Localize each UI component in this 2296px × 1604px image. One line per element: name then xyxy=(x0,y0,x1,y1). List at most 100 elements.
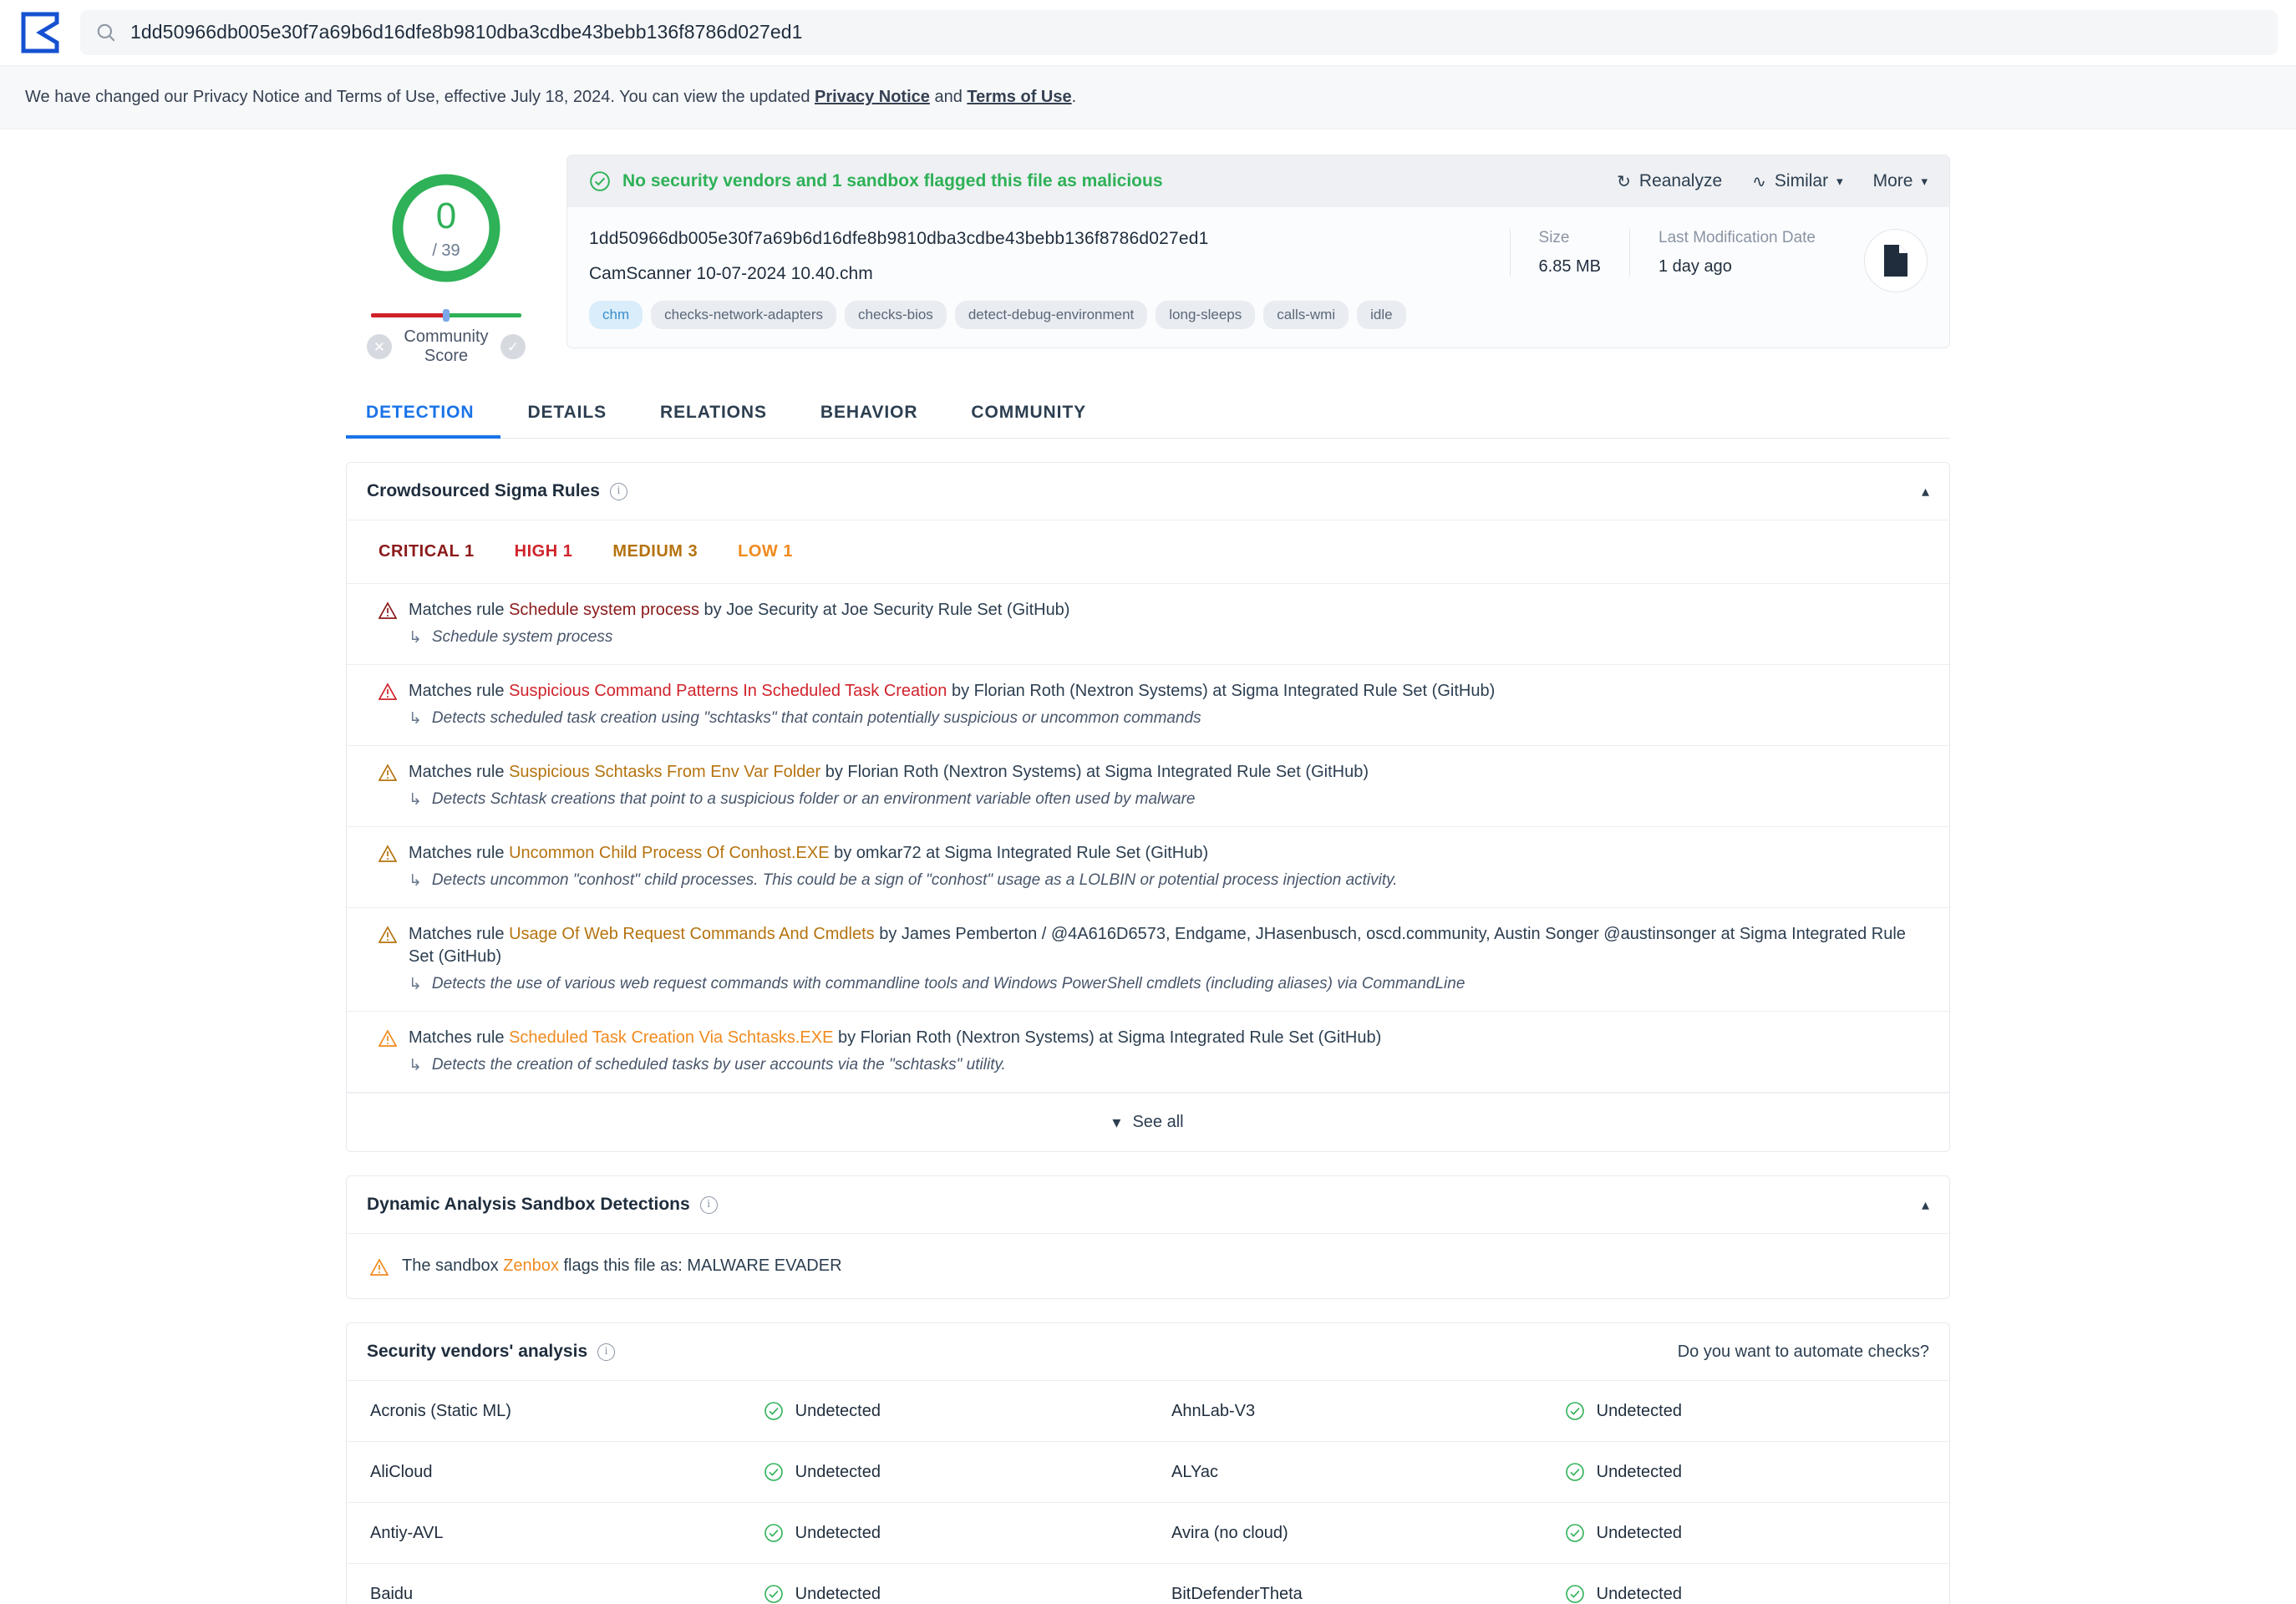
vendor-result: Undetected xyxy=(763,1563,1148,1604)
file-tag[interactable]: chm xyxy=(589,301,643,329)
reanalyze-label: Reanalyze xyxy=(1638,171,1723,190)
severity-low[interactable]: LOW 1 xyxy=(738,542,793,561)
similar-label: Similar xyxy=(1774,171,1829,190)
rule-suffix: by Florian Roth (Nextron Systems) at Sig… xyxy=(947,682,1496,700)
tab-detection[interactable]: DETECTION xyxy=(346,403,501,439)
sandbox-panel-header: Dynamic Analysis Sandbox Detections i ▴ xyxy=(347,1176,1949,1234)
file-tag[interactable]: checks-bios xyxy=(845,301,947,329)
search-input[interactable]: 1dd50966db005e30f7a69b6d16dfe8b9810dba3c… xyxy=(130,21,803,43)
vendor-name: ALYac xyxy=(1147,1441,1565,1503)
rule-name-link[interactable]: Scheduled Task Creation Via Schtasks.EXE xyxy=(509,1028,833,1047)
virustotal-sigma-logo[interactable] xyxy=(18,9,65,56)
rule-name-link[interactable]: Suspicious Command Patterns In Scheduled… xyxy=(509,682,947,700)
sigma-panel-title: Crowdsourced Sigma Rules xyxy=(367,481,600,500)
tab-community[interactable]: COMMUNITY xyxy=(944,403,1113,438)
community-score: ✕ Community Score ✓ xyxy=(363,309,530,366)
warning-triangle-icon xyxy=(378,602,398,620)
tab-details[interactable]: DETAILS xyxy=(500,403,633,438)
rule-suffix: by Florian Roth (Nextron Systems) at Sig… xyxy=(833,1028,1382,1047)
sigma-rule-row: Matches rule Scheduled Task Creation Via… xyxy=(347,1012,1949,1093)
last-modification-label: Last Modification Date xyxy=(1659,229,1816,246)
rule-name-link[interactable]: Usage Of Web Request Commands And Cmdlet… xyxy=(509,925,875,943)
check-circle-icon xyxy=(764,1401,784,1421)
vendor-name: Antiy-AVL xyxy=(347,1502,764,1564)
tab-community-label: COMMUNITY xyxy=(971,403,1086,422)
detail-tabs: DETECTION DETAILS RELATIONS BEHAVIOR COM… xyxy=(346,403,1950,439)
tab-relations-label: RELATIONS xyxy=(660,403,767,422)
info-icon[interactable]: i xyxy=(609,482,627,500)
file-tag[interactable]: long-sleeps xyxy=(1156,301,1256,329)
terms-of-use-link[interactable]: Terms of Use xyxy=(967,88,1071,106)
table-row: Acronis (Static ML) Undetected AhnLab-V3… xyxy=(347,1381,1949,1442)
rule-name-link[interactable]: Uncommon Child Process Of Conhost.EXE xyxy=(509,844,830,862)
community-score-label-line1: Community xyxy=(404,327,489,346)
check-circle-icon xyxy=(1565,1584,1585,1604)
rule-name-link[interactable]: Schedule system process xyxy=(509,601,699,619)
chevron-down-icon: ▾ xyxy=(1836,175,1843,189)
file-tag[interactable]: idle xyxy=(1357,301,1406,329)
sigma-rule-row: Matches rule Suspicious Schtasks From En… xyxy=(347,746,1949,827)
rule-description: Schedule system process xyxy=(431,628,613,646)
verdict-banner: No security vendors and 1 sandbox flagge… xyxy=(589,170,1163,192)
sigma-rule-row: Matches rule Uncommon Child Process Of C… xyxy=(347,827,1949,908)
vendor-result: Undetected xyxy=(763,1441,1148,1503)
circle-x-icon[interactable]: ✕ xyxy=(367,334,392,359)
last-modification-value: 1 day ago xyxy=(1659,257,1732,276)
more-button[interactable]: More ▾ xyxy=(1873,171,1928,191)
sandbox-name-link[interactable]: Zenbox xyxy=(503,1256,559,1275)
file-summary: 0 / 39 ✕ Community Score ✓ No security v… xyxy=(346,155,1950,366)
reanalyze-button[interactable]: ↻ Reanalyze xyxy=(1617,171,1722,192)
circle-check-icon[interactable]: ✓ xyxy=(500,334,526,359)
severity-critical[interactable]: CRITICAL 1 xyxy=(378,542,475,561)
table-row: Antiy-AVL Undetected Avira (no cloud) Un… xyxy=(347,1502,1949,1564)
rule-description: Detects scheduled task creation using "s… xyxy=(431,709,1201,727)
file-card-header: No security vendors and 1 sandbox flagge… xyxy=(567,155,1949,207)
info-icon[interactable]: i xyxy=(699,1195,718,1214)
arrow-hook-icon: ↳ xyxy=(409,1057,422,1074)
privacy-notice-link[interactable]: Privacy Notice xyxy=(815,88,930,106)
community-score-slider[interactable] xyxy=(371,309,521,322)
chevron-up-icon[interactable]: ▴ xyxy=(1922,483,1929,500)
warning-triangle-icon xyxy=(378,926,398,944)
rule-suffix: by Florian Roth (Nextron Systems) at Sig… xyxy=(820,763,1369,781)
vendors-panel-header: Security vendors' analysis i Do you want… xyxy=(347,1323,1949,1381)
check-circle-icon xyxy=(764,1523,784,1543)
file-tag[interactable]: checks-network-adapters xyxy=(651,301,837,329)
search-bar[interactable]: 1dd50966db005e30f7a69b6d16dfe8b9810dba3c… xyxy=(80,9,2278,55)
vendor-result-label: Undetected xyxy=(795,1462,881,1481)
file-tag[interactable]: detect-debug-environment xyxy=(954,301,1148,329)
similar-button[interactable]: ∿ Similar ▾ xyxy=(1752,171,1842,192)
info-icon[interactable]: i xyxy=(597,1343,616,1361)
document-file-icon xyxy=(1864,229,1928,292)
severity-high[interactable]: HIGH 1 xyxy=(515,542,573,561)
table-row: AliCloud Undetected ALYac Undetected xyxy=(347,1441,1949,1503)
sandbox-prefix: The sandbox xyxy=(402,1256,504,1275)
rule-name-link[interactable]: Suspicious Schtasks From Env Var Folder xyxy=(509,763,820,781)
community-score-knob[interactable] xyxy=(443,309,450,322)
rule-prefix: Matches rule xyxy=(409,601,510,619)
file-card: No security vendors and 1 sandbox flagge… xyxy=(566,155,1950,348)
vendors-panel-title: Security vendors' analysis xyxy=(367,1342,588,1361)
see-all-button[interactable]: ▾ See all xyxy=(347,1093,1949,1151)
tab-details-label: DETAILS xyxy=(527,403,607,422)
file-meta: Size 6.85 MB Last Modification Date 1 da… xyxy=(1486,229,1928,329)
automate-checks-link[interactable]: Do you want to automate checks? xyxy=(1678,1343,1929,1362)
tab-relations[interactable]: RELATIONS xyxy=(633,403,794,438)
warning-triangle-icon xyxy=(369,1258,389,1277)
chevron-up-icon[interactable]: ▴ xyxy=(1922,1196,1929,1214)
rule-description: Detects the creation of scheduled tasks … xyxy=(431,1056,1006,1074)
vendors-table: Acronis (Static ML) Undetected AhnLab-V3… xyxy=(347,1381,1949,1604)
sigma-rule-row: Matches rule Schedule system process by … xyxy=(347,584,1949,665)
top-bar: 1dd50966db005e30f7a69b6d16dfe8b9810dba3c… xyxy=(0,0,2296,65)
check-circle-icon xyxy=(1565,1401,1585,1421)
file-name: CamScanner 10-07-2024 10.40.chm xyxy=(589,264,873,283)
more-label: More xyxy=(1872,171,1913,190)
tab-behavior[interactable]: BEHAVIOR xyxy=(794,403,945,438)
severity-medium[interactable]: MEDIUM 3 xyxy=(612,542,698,561)
privacy-banner-text-after: . xyxy=(1071,88,1077,106)
privacy-banner-text-mid: and xyxy=(929,88,968,106)
rule-prefix: Matches rule xyxy=(409,763,510,781)
file-tag[interactable]: calls-wmi xyxy=(1263,301,1349,329)
rule-prefix: Matches rule xyxy=(409,1028,510,1047)
check-circle-icon xyxy=(1565,1462,1585,1482)
